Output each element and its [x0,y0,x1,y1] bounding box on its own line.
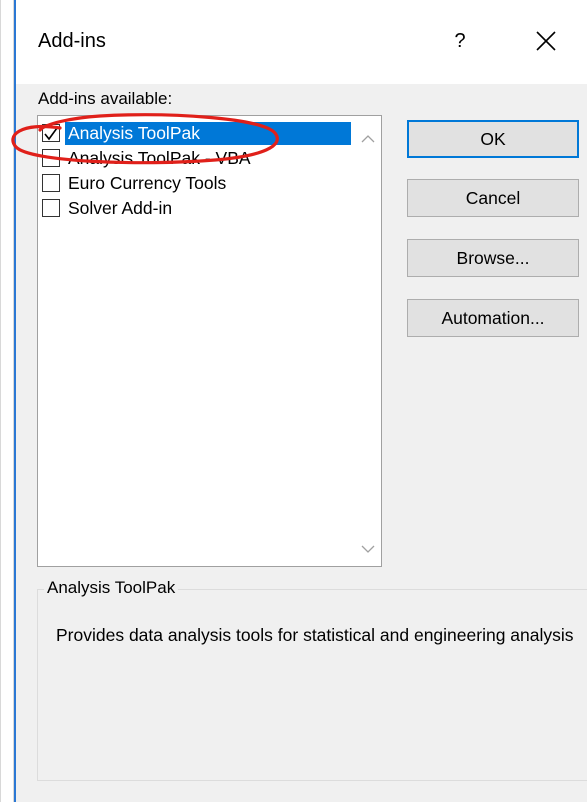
addin-item-analysis-toolpak-vba[interactable]: Analysis ToolPak - VBA [42,147,354,170]
addin-description: Provides data analysis tools for statist… [56,625,574,645]
addin-checkbox[interactable] [42,124,60,142]
close-button[interactable] [531,26,561,56]
ok-button[interactable]: OK [407,120,579,158]
addins-available-label: Add-ins available: [38,89,173,108]
addin-label: Solver Add-in [68,198,173,218]
addin-checkbox[interactable] [42,199,60,217]
browse-button[interactable]: Browse... [407,239,579,277]
addin-checkbox[interactable] [42,149,60,167]
grid-line [0,0,1,802]
addin-checkbox[interactable] [42,174,60,192]
dialog-title: Add-ins [38,30,106,52]
addin-details-title: Analysis ToolPak [44,578,179,598]
addin-item-solver-add-in[interactable]: Solver Add-in [42,197,354,220]
help-button[interactable]: ? [448,28,472,54]
close-icon [536,31,556,51]
browse-button-label: Browse... [456,248,530,268]
addin-item-analysis-toolpak[interactable]: Analysis ToolPak [42,122,354,145]
title-bar: Add-ins ? [16,0,587,84]
addin-label: Analysis ToolPak [65,122,351,145]
checkmark-icon [44,127,58,141]
addins-listbox[interactable]: Analysis ToolPak Analysis ToolPak - VBA … [37,115,382,567]
addin-label: Euro Currency Tools [68,173,227,193]
cancel-button[interactable]: Cancel [407,179,579,217]
automation-button-label: Automation... [441,308,545,328]
automation-button[interactable]: Automation... [407,299,579,337]
addin-item-euro-currency-tools[interactable]: Euro Currency Tools [42,172,354,195]
addin-label: Analysis ToolPak - VBA [68,148,251,168]
addin-details-group [37,589,587,781]
add-ins-dialog: Add-ins ? Add-ins available: Analysis To… [14,0,587,802]
scroll-up-arrow-icon[interactable] [361,134,375,144]
scroll-down-arrow-icon[interactable] [361,544,375,554]
